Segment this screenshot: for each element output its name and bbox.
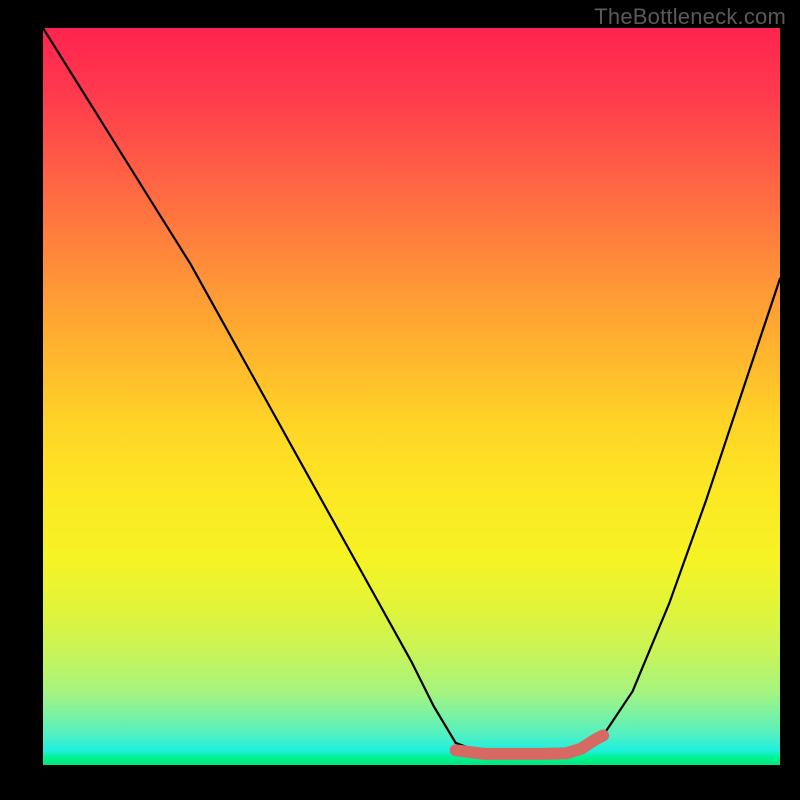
sweet-spot-path <box>456 736 603 754</box>
curve-overlay <box>43 28 780 765</box>
sweet-spot-start-marker <box>450 745 461 756</box>
plot-area <box>43 28 780 765</box>
watermark-label: TheBottleneck.com <box>594 4 786 30</box>
bottleneck-curve-path <box>43 28 780 754</box>
chart-frame: TheBottleneck.com <box>0 0 800 800</box>
